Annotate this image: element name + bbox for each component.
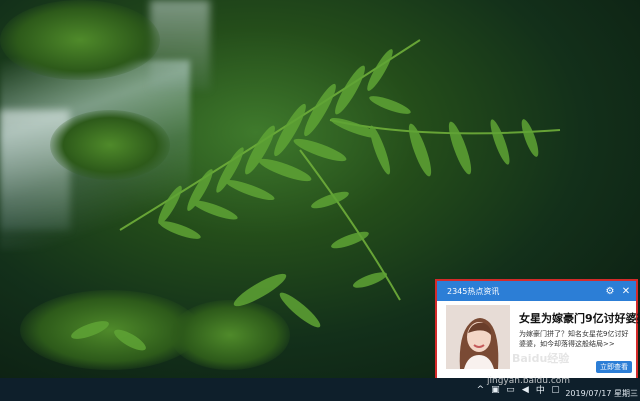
gear-icon[interactable]: ⚙: [604, 286, 616, 297]
popup-header: 2345热点资讯 ⚙ ✕: [437, 281, 636, 301]
notification-icon[interactable]: ▢: [550, 385, 560, 395]
taskbar-date: 2019/07/17: [565, 389, 612, 398]
network-icon[interactable]: ▭: [505, 385, 515, 395]
news-photo[interactable]: [446, 305, 510, 369]
taskbar-clock[interactable]: 2019/07/17 星期三: [565, 388, 638, 399]
popup-header-title: 2345热点资讯: [447, 286, 500, 296]
news-summary[interactable]: 为嫁豪门拼了？知名女星花9亿讨好婆婆，如今却落得这般结局>>: [519, 329, 631, 349]
app-tray-icon[interactable]: ▣: [490, 385, 500, 395]
ime-indicator[interactable]: 中: [535, 385, 545, 396]
news-popup[interactable]: 2345热点资讯 ⚙ ✕ 女星为嫁豪门9亿讨好婆婆 为嫁豪门拼了？知名女星花9亿…: [435, 279, 640, 384]
chevron-up-icon[interactable]: ^: [475, 385, 485, 395]
watermark-site: jingyan.baidu.com: [487, 376, 571, 386]
volume-icon[interactable]: ◀: [520, 385, 530, 395]
news-headline[interactable]: 女星为嫁豪门9亿讨好婆婆: [519, 310, 640, 326]
close-icon[interactable]: ✕: [620, 286, 632, 297]
watermark-brand: Baidu经验: [512, 352, 570, 365]
view-now-button[interactable]: 立即查看: [596, 361, 632, 373]
taskbar-weekday: 星期三: [614, 389, 638, 398]
popup-body[interactable]: 女星为嫁豪门9亿讨好婆婆 为嫁豪门拼了？知名女星花9亿讨好婆婆，如今却落得这般结…: [437, 301, 640, 382]
